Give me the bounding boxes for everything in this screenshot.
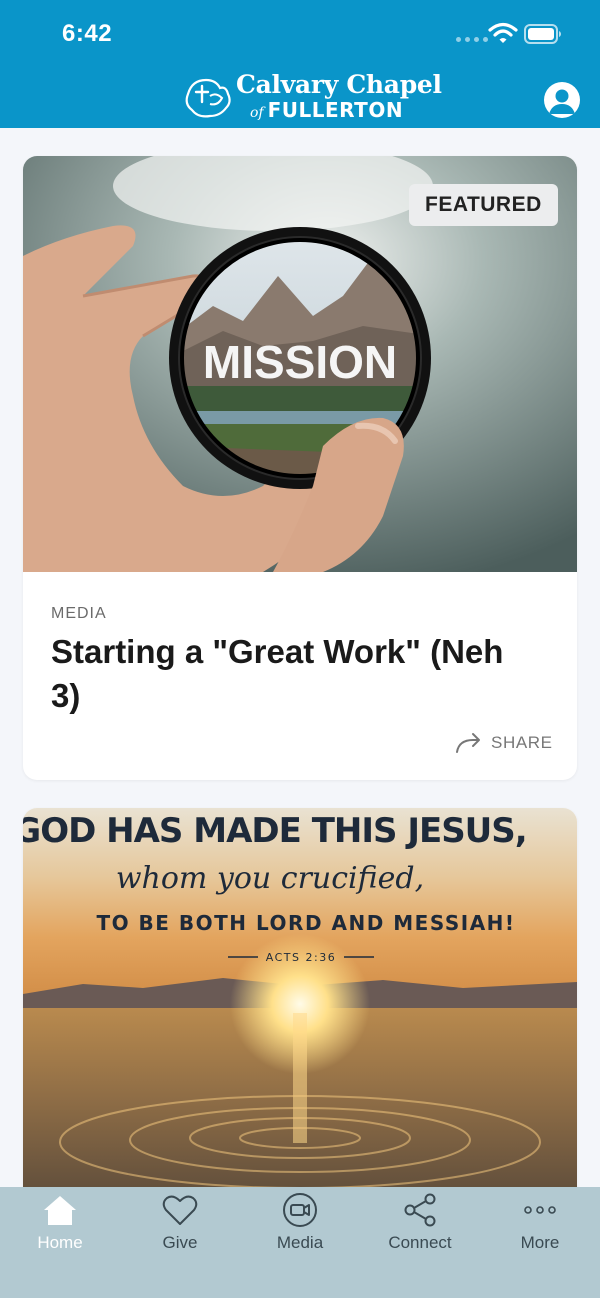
share-button[interactable]: SHARE <box>455 728 553 758</box>
verse-card[interactable]: GOD HAS MADE THIS JESUS, whom you crucif… <box>23 808 577 1208</box>
tab-more[interactable]: More <box>480 1187 600 1267</box>
heart-icon <box>162 1195 198 1225</box>
verse-line-1: GOD HAS MADE THIS JESUS, <box>23 811 527 851</box>
brand-of: of <box>250 105 264 121</box>
tab-home[interactable]: Home <box>0 1187 120 1267</box>
share-label: SHARE <box>491 733 553 752</box>
verse-line-3: TO BE BOTH LORD AND MESSIAH! <box>96 911 515 935</box>
tab-give[interactable]: Give <box>120 1187 240 1267</box>
home-icon <box>44 1196 76 1225</box>
more-dots-icon <box>524 1206 556 1214</box>
app-header: 6:42 Calvary Chapel of FULLERTON <box>0 0 600 128</box>
tab-connect[interactable]: Connect <box>360 1187 480 1267</box>
tab-label: Connect <box>388 1233 452 1252</box>
cellular-signal-icon <box>456 37 488 42</box>
brand-title: Calvary Chapel <box>236 70 442 99</box>
brand-subtitle: of FULLERTON <box>250 98 403 122</box>
status-bar: 6:42 <box>0 0 600 66</box>
tab-label: Media <box>276 1233 324 1252</box>
tab-label: More <box>520 1233 560 1252</box>
tab-bar: Home Give Media Connect More <box>0 1187 600 1298</box>
profile-button[interactable] <box>544 82 580 118</box>
share-nodes-icon <box>404 1193 436 1227</box>
tab-label: Give <box>162 1233 198 1252</box>
battery-icon <box>524 24 561 44</box>
verse-image: GOD HAS MADE THIS JESUS, whom you crucif… <box>23 808 577 1208</box>
mission-image-text: MISSION <box>203 336 397 388</box>
share-arrow-icon <box>456 733 480 753</box>
wifi-icon <box>488 22 518 43</box>
card-title: Starting a "Great Work" (Neh 3) <box>51 633 504 714</box>
card-category: MEDIA <box>51 605 107 622</box>
tab-label: Home <box>37 1233 83 1252</box>
verse-reference: ACTS 2:36 <box>266 951 336 964</box>
status-time: 6:42 <box>62 20 113 47</box>
logo-mark-icon <box>185 78 231 118</box>
verse-line-2: whom you crucified, <box>116 861 424 896</box>
video-icon <box>283 1193 317 1227</box>
user-icon <box>549 89 575 114</box>
featured-card[interactable]: MISSION FEATURED MEDIA Starting a "Great… <box>23 156 577 780</box>
featured-badge: FEATURED <box>409 184 558 226</box>
church-logo: Calvary Chapel of FULLERTON <box>182 70 442 124</box>
tab-media[interactable]: Media <box>240 1187 360 1267</box>
brand-city: FULLERTON <box>267 98 404 122</box>
